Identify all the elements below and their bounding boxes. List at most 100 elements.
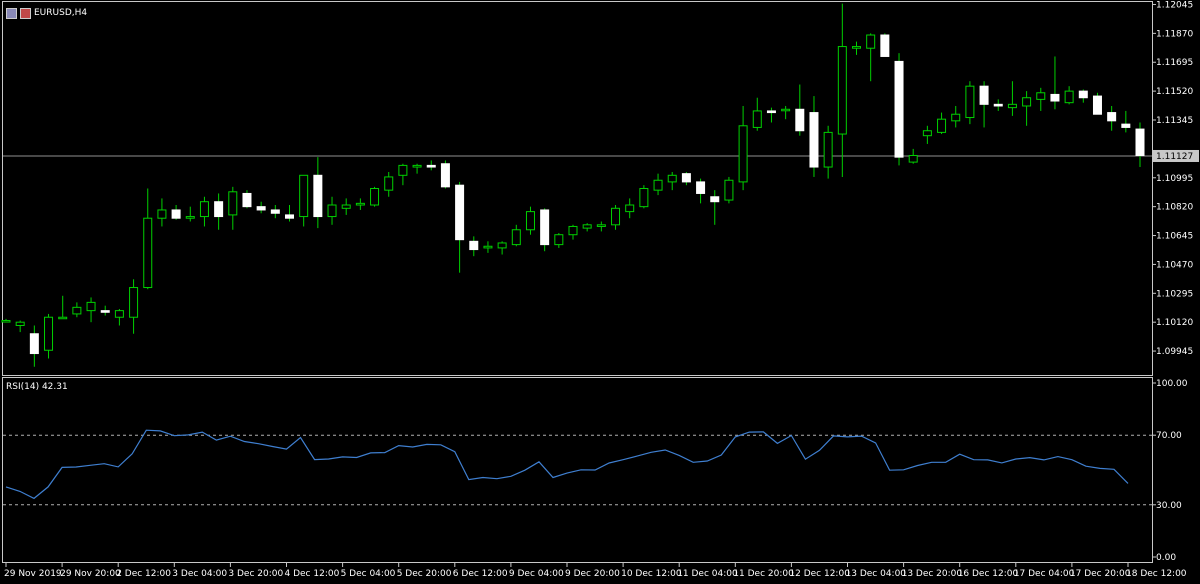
candle-body [880,34,890,57]
candle-body [313,174,323,218]
candle-body [285,214,294,219]
candle [880,33,890,57]
time-tick-label: 2 Dec 12:00 [116,569,171,579]
candle-body [185,216,195,219]
candle-body [852,46,861,49]
candle-body [1,320,11,323]
candle-body [781,108,791,112]
candle-body [29,333,39,355]
symbol-label: EURUSD,H4 [34,8,88,18]
candle [724,176,734,204]
candle-body [894,60,904,158]
flag-icon[interactable] [20,7,31,19]
candle [370,186,380,207]
candle-body [1078,90,1088,99]
candle [440,160,450,189]
time-tick-label: 13 Dec 04:00 [846,569,907,579]
candle-body [129,287,139,318]
candle-body [639,188,649,208]
candle-body [15,321,25,326]
price-tick-label: 1.10295 [1156,289,1193,299]
candle-body [270,209,280,214]
chart-type-icon[interactable] [6,7,17,19]
candle-body [214,201,224,218]
price-tick-label: 1.11345 [1156,116,1193,126]
price-tick-label: 1.12045 [1156,0,1193,10]
candle-body [228,191,238,216]
time-tick-label: 17 Dec 20:00 [1070,569,1131,579]
candle-body [667,174,677,183]
candle-body [242,192,252,208]
candle [894,53,904,166]
candle-body [370,188,380,206]
candle-body [199,201,209,218]
candle-body [426,164,436,168]
candle-body [355,202,365,206]
price-tick-label: 1.10820 [1156,203,1193,213]
candle-body [86,301,96,312]
time-tick-label: 4 Dec 12:00 [285,569,340,579]
time-tick-label: 11 Dec 20:00 [733,569,794,579]
time-tick-label: 13 Dec 20:00 [902,569,963,579]
candle-body [171,209,181,219]
candle-body [256,206,266,211]
time-tick-label: 9 Dec 04:00 [509,569,564,579]
candle-body [1135,128,1145,156]
price-tick-label: 1.10995 [1156,174,1193,184]
candle-body [809,112,819,168]
candle [1092,92,1102,115]
candle [639,185,649,209]
candle-body [1092,95,1102,115]
candle-body [724,179,734,201]
candle-body [554,234,564,246]
candle-body [540,209,550,246]
candle-body [1050,93,1060,102]
price-tick-label: 1.10645 [1156,232,1193,242]
candle-body [1022,97,1032,107]
candle-body [1107,112,1117,122]
rsi-label: RSI(14) 42.31 [6,382,68,392]
candle-body [582,224,592,229]
candle-body [710,196,720,203]
time-tick-label: 12 Dec 12:00 [789,569,850,579]
current-price-label: 1.11127 [1156,152,1193,162]
time-tick-label: 5 Dec 04:00 [341,569,396,579]
candle-body [384,176,394,191]
rsi-tick-label: 100.00 [1156,379,1188,389]
price-tick-label: 1.11520 [1156,87,1193,97]
candle-body [979,85,989,105]
time-tick-label: 18 Dec 12:00 [1126,569,1187,579]
candle-body [58,316,68,320]
candle-body [766,110,776,114]
candle-body [951,113,961,122]
candle-body [341,204,351,209]
time-tick-label: 9 Dec 20:00 [565,569,620,579]
candle-body [823,131,833,168]
time-tick-label: 16 Dec 12:00 [958,569,1019,579]
rsi-tick-label: 70.00 [1156,431,1182,441]
price-tick-label: 1.10470 [1156,260,1193,270]
candle-body [157,209,167,219]
candle-body [908,154,918,163]
candle-body [596,224,606,227]
candle-body [795,108,805,132]
time-tick-label: 10 Dec 12:00 [621,569,682,579]
price-tick-label: 1.09945 [1156,347,1193,357]
candle-body [44,316,54,351]
candle-body [525,211,535,231]
candle-body [483,245,493,249]
candle-body [625,204,635,213]
rsi-tick-label: 0.00 [1156,553,1176,563]
price-tick-label: 1.11870 [1156,29,1193,39]
candle-body [1064,90,1074,104]
candle-body [653,179,663,191]
time-tick-label: 5 Dec 20:00 [397,569,452,579]
candle-body [696,181,706,194]
candle-body [299,174,309,218]
time-tick-label: 17 Dec 04:00 [1014,569,1075,579]
candle-body [738,125,748,183]
candle-body [497,242,507,249]
chart-window: 1.12045 1.11870 1.11695 1.11520 1.11345 1.109… [0,0,1200,584]
candle-body [611,207,621,226]
time-tick-label: 29 Nov 20:00 [60,569,121,579]
